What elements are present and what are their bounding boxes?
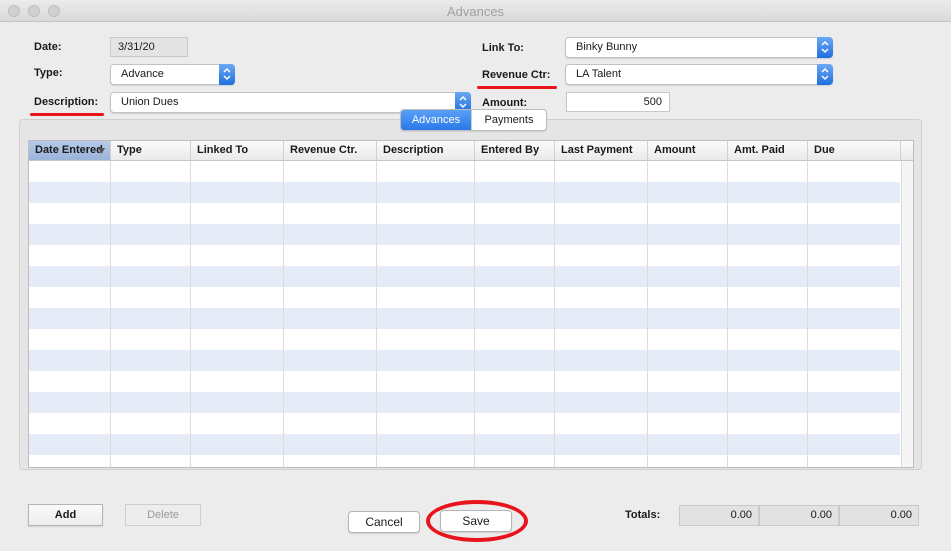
description-highlight-underline: [30, 113, 104, 116]
table-row[interactable]: [29, 371, 900, 392]
table-row[interactable]: [29, 245, 900, 266]
add-button[interactable]: Add: [28, 504, 103, 526]
column-header-amt-paid[interactable]: Amt. Paid: [728, 141, 808, 160]
table-row[interactable]: [29, 308, 900, 329]
table-header: Date Entered Type Linked To Revenue Ctr.…: [29, 141, 913, 161]
date-label: Date:: [34, 41, 62, 53]
sort-descending-icon: [98, 148, 105, 154]
chevron-updown-icon: [817, 64, 833, 85]
table-row[interactable]: [29, 329, 900, 350]
type-popup-value: Advance: [121, 68, 164, 80]
advances-table: Date Entered Type Linked To Revenue Ctr.…: [28, 140, 914, 468]
table-row[interactable]: [29, 350, 900, 371]
chevron-updown-icon: [219, 64, 235, 85]
column-header-amount[interactable]: Amount: [648, 141, 728, 160]
column-header-entered-by[interactable]: Entered By: [475, 141, 555, 160]
table-row[interactable]: [29, 455, 900, 467]
table-row[interactable]: [29, 392, 900, 413]
window-title: Advances: [446, 4, 505, 19]
column-header-due[interactable]: Due: [808, 141, 901, 160]
chevron-updown-icon: [817, 37, 833, 58]
revenue-ctr-label: Revenue Ctr:: [482, 69, 551, 81]
revenue-ctr-popup-value: LA Talent: [576, 68, 622, 80]
tab-advances[interactable]: Advances: [401, 110, 471, 130]
vertical-scrollbar[interactable]: [901, 161, 913, 467]
column-header-linked-to[interactable]: Linked To: [191, 141, 284, 160]
column-header-last-payment[interactable]: Last Payment: [555, 141, 648, 160]
amount-label: Amount:: [482, 97, 528, 109]
date-field: 3/31/20: [110, 37, 188, 57]
link-to-label: Link To:: [482, 42, 524, 54]
column-separator: [554, 161, 555, 467]
description-popup-value: Union Dues: [121, 96, 179, 108]
type-label: Type:: [34, 67, 63, 79]
amount-field[interactable]: 500: [566, 92, 670, 112]
column-separator: [190, 161, 191, 467]
column-separator: [283, 161, 284, 467]
revenue-ctr-popup[interactable]: LA Talent: [565, 64, 833, 85]
column-separator: [647, 161, 648, 467]
link-to-popup[interactable]: Binky Bunny: [565, 37, 833, 58]
table-row[interactable]: [29, 434, 900, 455]
save-highlight-circle: [426, 500, 528, 542]
table-body[interactable]: [29, 161, 900, 467]
table-row[interactable]: [29, 413, 900, 434]
revenue-ctr-highlight-underline: [477, 86, 557, 89]
type-popup[interactable]: Advance: [110, 64, 235, 85]
title-bar: Advances: [0, 0, 951, 22]
cancel-button[interactable]: Cancel: [348, 511, 420, 533]
link-to-popup-value: Binky Bunny: [576, 41, 638, 53]
column-header-type[interactable]: Type: [111, 141, 191, 160]
tab-payments[interactable]: Payments: [471, 110, 546, 130]
total-amount: 0.00: [679, 505, 759, 526]
column-separator: [474, 161, 475, 467]
column-header-description[interactable]: Description: [377, 141, 475, 160]
delete-button[interactable]: Delete: [125, 504, 201, 526]
total-due: 0.00: [839, 505, 919, 526]
column-header-corner: [901, 141, 913, 160]
column-separator: [376, 161, 377, 467]
table-row[interactable]: [29, 287, 900, 308]
table-row[interactable]: [29, 224, 900, 245]
view-tabs: Advances Payments: [400, 109, 547, 131]
column-header-revenue-ctr[interactable]: Revenue Ctr.: [284, 141, 377, 160]
description-label: Description:: [34, 96, 99, 108]
column-separator: [110, 161, 111, 467]
total-amt-paid: 0.00: [759, 505, 839, 526]
totals-label: Totals:: [625, 509, 661, 521]
table-row[interactable]: [29, 266, 900, 287]
table-row[interactable]: [29, 182, 900, 203]
table-row[interactable]: [29, 161, 900, 182]
table-row[interactable]: [29, 203, 900, 224]
column-separator: [807, 161, 808, 467]
column-separator: [727, 161, 728, 467]
